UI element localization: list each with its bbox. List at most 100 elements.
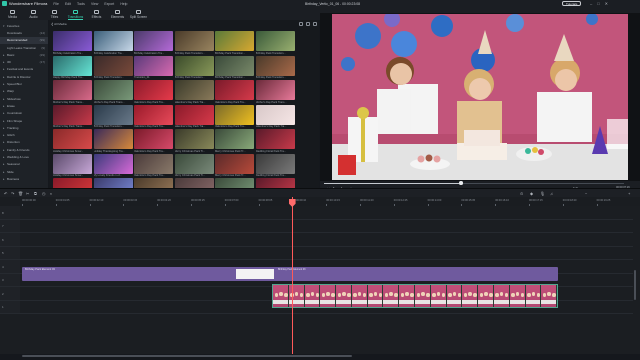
transition-thumbnail[interactable]: Valentine's Day Pack Tra...: [255, 104, 295, 128]
sidebar-item[interactable]: ▸ Wedding & Love: [0, 153, 48, 160]
vertical-scrollbar[interactable]: [634, 270, 636, 300]
transition-thumbnail[interactable]: Transition_01: [134, 55, 173, 79]
redo-icon[interactable]: ↷: [11, 191, 14, 196]
video-clip[interactable]: [272, 284, 558, 308]
tab-media[interactable]: Media: [2, 9, 23, 21]
menu-view[interactable]: View: [91, 2, 98, 6]
sidebar-item[interactable]: ▸ Basic (29): [0, 51, 48, 58]
transition-thumbnail[interactable]: Holiday Christmas Snow...: [53, 153, 92, 177]
transition-thumbnail[interactable]: Birthday Pack Transition...: [215, 31, 254, 55]
menu-file[interactable]: File: [53, 2, 58, 6]
transition-thumbnail[interactable]: Birthday Pack Transition...: [215, 55, 254, 79]
sidebar-item[interactable]: ▸ Family & Friends: [0, 146, 48, 153]
track-header[interactable]: 7: [0, 219, 20, 232]
tab-transitions[interactable]: Transitions: [65, 9, 86, 21]
sidebar-item[interactable]: ▸ Business: [0, 175, 48, 182]
sidebar-item[interactable]: Downloads (14): [0, 29, 48, 36]
sidebar-item[interactable]: ▸ Slideshow: [0, 95, 48, 102]
transition-thumbnail[interactable]: Holiday Thanksgiving Tra...: [93, 129, 133, 153]
audio-mixer-icon[interactable]: ♫: [550, 191, 553, 196]
track-header[interactable]: 4: [0, 260, 20, 273]
preview-video[interactable]: [332, 14, 628, 180]
speed-icon[interactable]: ◷: [42, 191, 46, 196]
breadcrumb[interactable]: ❮ All Media: [51, 22, 67, 26]
cut-icon[interactable]: ✂: [26, 191, 29, 196]
transition-thumbnail[interactable]: Birthday Pack Transition...: [174, 31, 214, 55]
more-icon[interactable]: [313, 21, 317, 26]
transition-thumbnail[interactable]: Valentine's Day Pack Tra...: [134, 153, 173, 177]
sidebar-item[interactable]: ▸ Seasonal: [0, 161, 48, 168]
transition-thumbnail[interactable]: Birthday Pack Transition...: [174, 55, 214, 79]
close-icon[interactable]: ✕: [605, 1, 608, 6]
sidebar-item[interactable]: ▸ Erase: [0, 102, 48, 109]
transition-thumbnail[interactable]: Mother's Day Pack Trans...: [255, 80, 295, 104]
transition-thumbnail[interactable]: Wedding Floral Pack Tra...: [255, 153, 295, 177]
sidebar-item[interactable]: ▸ Distortion: [0, 139, 48, 146]
transition-thumbnail[interactable]: Valentine's Day Pack Tra...: [215, 80, 254, 104]
track-header[interactable]: 5: [0, 246, 20, 259]
sidebar-item[interactable]: ▸ Glitch: [0, 131, 48, 138]
sidebar-item[interactable]: ▸ Countdown: [0, 110, 48, 117]
playhead[interactable]: [289, 197, 296, 354]
sidebar-item[interactable]: ▸ Dazzle & Discolor: [0, 73, 48, 80]
progress-handle[interactable]: [459, 181, 463, 185]
transition-thumbnail[interactable]: Birthday Pack Transition...: [93, 104, 133, 128]
track-header[interactable]: 3: [0, 273, 20, 286]
transition-thumbnail[interactable]: Merry Christmas Pack Tr...: [215, 153, 254, 177]
transition-thumbnail[interactable]: Valentine's Day Pack Tra...: [134, 104, 173, 128]
transition-thumbnail[interactable]: Valentine's Day Pack Tra...: [174, 80, 214, 104]
timeline-ruler[interactable]: 00:00:00:00 00:00:01:05 00:00:02:10 00:00:0…: [0, 197, 640, 206]
transition-thumbnail[interactable]: Valentine's Day Pack Tra...: [215, 104, 254, 128]
sidebar-item[interactable]: ▾ Favorites: [0, 22, 48, 29]
transition-thumbnail[interactable]: Birthday Pack Transition...: [255, 31, 295, 55]
transition-thumbnail[interactable]: Happy Birthday Pack Tra...: [53, 55, 92, 79]
render-icon[interactable]: ⊙: [520, 191, 523, 196]
track-header[interactable]: 8: [0, 206, 20, 219]
sidebar-item[interactable]: ▸ Warp: [0, 88, 48, 95]
sidebar-item[interactable]: ▸ Slide: [0, 168, 48, 175]
timeline-track[interactable]: 5: [0, 246, 633, 260]
menu-tools[interactable]: Tools: [77, 2, 85, 6]
timeline-track[interactable]: 6: [0, 233, 633, 247]
timeline-track[interactable]: 7: [0, 219, 633, 233]
transition-thumbnail[interactable]: My Lovely Friends 1 of...: [93, 153, 133, 177]
element-clip[interactable]: [236, 269, 274, 279]
sidebar-item[interactable]: Light Leaks Transition (9): [0, 44, 48, 51]
transition-thumbnail[interactable]: Mother's Day Pack Trans...: [53, 104, 92, 128]
sidebar-item[interactable]: ▸ Tracking: [0, 124, 48, 131]
minimize-icon[interactable]: –: [590, 1, 592, 6]
sidebar-item[interactable]: ▸ Film Shape: [0, 117, 48, 124]
transition-thumbnail[interactable]: Valentine's Day Pack Tra...: [134, 80, 173, 104]
menu-edit[interactable]: Edit: [65, 2, 71, 6]
transition-thumbnail[interactable]: Merry Christmas Pack Tr...: [174, 129, 214, 153]
transition-thumbnail[interactable]: Birthday Celebration Tra...: [93, 31, 133, 55]
tab-elements[interactable]: Elements: [107, 9, 128, 21]
transition-thumbnail[interactable]: Birthday Pack Transition...: [93, 55, 133, 79]
transition-thumbnail[interactable]: Valentine's Day Pack Tra...: [134, 129, 173, 153]
transition-thumbnail[interactable]: Birthday Celebration Tra...: [53, 31, 92, 55]
transition-thumbnail[interactable]: Merry Christmas Pack Tr...: [215, 129, 254, 153]
zoom-out-icon[interactable]: −: [585, 191, 587, 196]
transition-thumbnail[interactable]: Holiday Christmas Snow...: [53, 129, 92, 153]
transition-thumbnail[interactable]: Birthday Celebration Tra...: [134, 31, 173, 55]
tutorials-button[interactable]: Tutorials: [562, 1, 582, 6]
zoom-in-icon[interactable]: +: [628, 191, 630, 196]
crop-icon[interactable]: ⧉: [34, 191, 37, 196]
menu-export[interactable]: Export: [104, 2, 114, 6]
color-icon[interactable]: ◐: [50, 191, 52, 196]
menu-help[interactable]: Help: [120, 2, 127, 6]
transition-thumbnail[interactable]: Mother's Day Pack Trans...: [93, 80, 133, 104]
filter-icon[interactable]: [299, 21, 303, 26]
tab-audio[interactable]: Audio: [23, 9, 44, 21]
maximize-icon[interactable]: □: [597, 1, 599, 6]
sidebar-item[interactable]: ▸ 3D (17): [0, 58, 48, 65]
track-header[interactable]: 6: [0, 233, 20, 246]
transition-thumbnail[interactable]: Merry Christmas Pack Tr...: [174, 153, 214, 177]
timeline-track[interactable]: 8: [0, 206, 633, 220]
track-header[interactable]: 1: [0, 300, 20, 313]
grid-view-icon[interactable]: [306, 21, 310, 26]
tab-titles[interactable]: Titles: [44, 9, 65, 21]
transition-thumbnail[interactable]: Birthday Pack Transition...: [255, 55, 295, 79]
undo-icon[interactable]: ↶: [4, 191, 7, 196]
track-header[interactable]: 2: [0, 287, 20, 300]
